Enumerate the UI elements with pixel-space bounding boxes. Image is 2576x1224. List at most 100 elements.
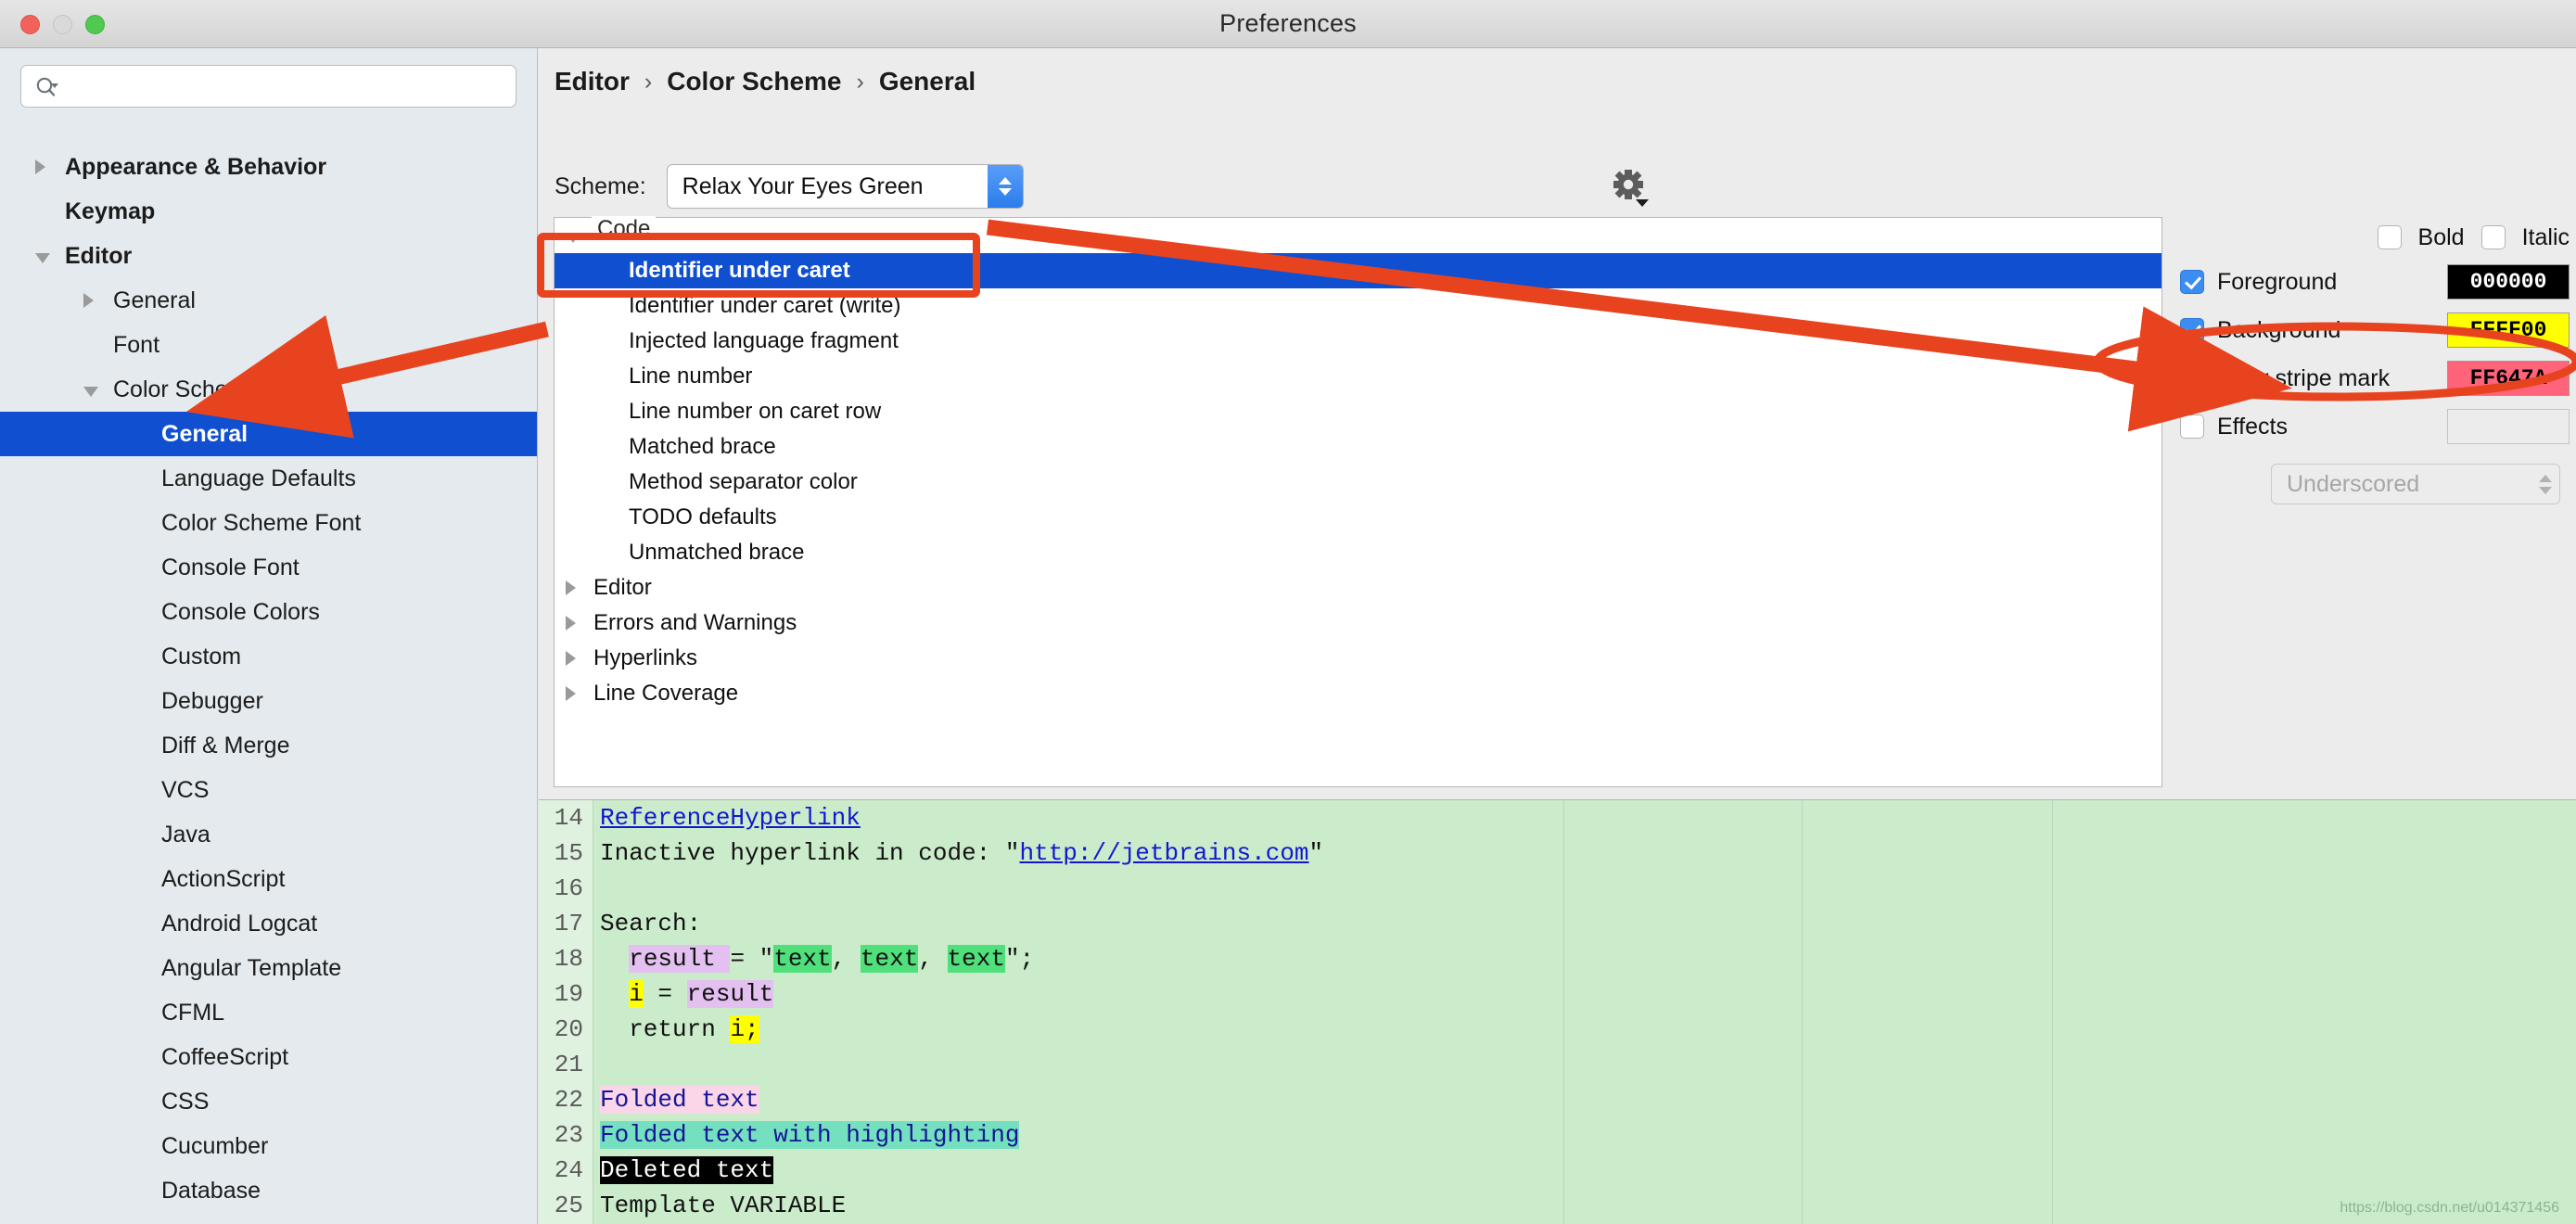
preview-segment: i <box>629 980 644 1008</box>
tree-row-todo-defaults[interactable]: TODO defaults <box>555 500 2162 535</box>
code-preview-pane[interactable]: 14 ReferenceHyperlink 15 Inactive hyperlink… <box>539 799 2576 1224</box>
sidebar-item-diagrams[interactable]: Diagrams <box>0 1213 537 1224</box>
tree-row-code[interactable]: Code <box>555 218 2162 253</box>
breadcrumb-item[interactable]: Color Scheme <box>667 67 841 96</box>
sidebar-item-database[interactable]: Database <box>0 1168 537 1213</box>
preview-line-number: 14 <box>554 804 583 832</box>
watermark-text: https://blog.csdn.net/u014371456 <box>2340 1200 2559 1216</box>
sidebar-item-appearance-behavior[interactable]: Appearance & Behavior <box>0 145 537 189</box>
foreground-color-swatch[interactable]: 000000 <box>2447 264 2570 300</box>
sidebar-item-label: Java <box>161 821 210 848</box>
chevron-right-icon[interactable] <box>566 616 576 631</box>
attribute-editor-panel: Bold Italic Foreground 000000 Background FF… <box>2180 217 2570 504</box>
tree-row-method-separator-color[interactable]: Method separator color <box>555 465 2162 500</box>
background-checkbox[interactable] <box>2180 318 2204 342</box>
preview-line: 22 Folded text <box>539 1082 2576 1117</box>
bold-checkbox[interactable] <box>2377 225 2402 249</box>
sidebar-item-diff-merge[interactable]: Diff & Merge <box>0 723 537 768</box>
tree-row-line-number[interactable]: Line number <box>555 359 2162 394</box>
error-stripe-mark-color-swatch[interactable]: FF647A <box>2447 361 2570 396</box>
italic-checkbox[interactable] <box>2480 225 2506 249</box>
sidebar-item-android-logcat[interactable]: Android Logcat <box>0 901 537 946</box>
tree-rows[interactable]: Code Identifier under caret Identifier und… <box>555 218 2162 711</box>
scheme-stepper-icon[interactable] <box>987 165 1023 208</box>
effects-stepper-icon[interactable] <box>2539 468 2552 500</box>
sidebar-item-angular-template[interactable]: Angular Template <box>0 946 537 990</box>
sidebar-item-debugger[interactable]: Debugger <box>0 679 537 723</box>
background-color-swatch[interactable]: FFFF00 <box>2447 312 2570 348</box>
sidebar-item-css[interactable]: CSS <box>0 1079 537 1124</box>
chevron-right-icon[interactable] <box>566 651 576 666</box>
sidebar-item-custom[interactable]: Custom <box>0 634 537 679</box>
sidebar-item-cfml[interactable]: CFML <box>0 990 537 1035</box>
sidebar-item-color-scheme[interactable]: Color Scheme <box>0 367 537 412</box>
tree-row-matched-brace[interactable]: Matched brace <box>555 429 2162 465</box>
breadcrumb: Editor › Color Scheme › General <box>555 56 976 108</box>
tree-row-unmatched-brace[interactable]: Unmatched brace <box>555 535 2162 570</box>
tree-row-editor[interactable]: Editor <box>555 570 2162 606</box>
sidebar-item-actionscript[interactable]: ActionScript <box>0 857 537 901</box>
sidebar-item-label: Angular Template <box>161 954 342 981</box>
sidebar-item-label: Cucumber <box>161 1132 269 1159</box>
chevron-right-icon[interactable] <box>566 686 576 701</box>
chevron-down-icon[interactable] <box>83 387 98 397</box>
tree-row-label: Injected language fragment <box>629 328 899 353</box>
sidebar-item-console-font[interactable]: Console Font <box>0 545 537 590</box>
tree-row-line-coverage[interactable]: Line Coverage <box>555 676 2162 711</box>
preview-line: 20 return i; <box>539 1012 2576 1047</box>
sidebar-item-font[interactable]: Font <box>0 323 537 367</box>
attribute-row-effects: Effects <box>2180 402 2570 451</box>
effects-color-swatch[interactable] <box>2447 409 2570 444</box>
preview-segment: ReferenceHyperlink <box>600 804 861 832</box>
foreground-checkbox[interactable] <box>2180 270 2204 294</box>
sidebar-item-general[interactable]: General <box>0 412 537 456</box>
error-stripe-mark-checkbox[interactable] <box>2180 366 2204 390</box>
scheme-select[interactable]: Relax Your Eyes Green <box>666 164 1024 209</box>
effects-checkbox[interactable] <box>2180 414 2204 439</box>
tree-row-line-number-on-caret-row[interactable]: Line number on caret row <box>555 394 2162 429</box>
sidebar-nav-tree[interactable]: Appearance & Behavior Keymap Editor General… <box>0 145 537 1224</box>
tree-row-identifier-under-caret[interactable]: Identifier under caret <box>555 253 2162 288</box>
search-input[interactable] <box>70 66 508 107</box>
preview-line-text: Search: <box>593 910 701 937</box>
tree-row-identifier-under-caret-write[interactable]: Identifier under caret (write) <box>555 288 2162 324</box>
preview-line-number: 25 <box>554 1192 583 1219</box>
zoom-button[interactable] <box>85 15 105 34</box>
preview-line: 17 Search: <box>539 906 2576 941</box>
color-attributes-tree[interactable]: Code Identifier under caret Identifier und… <box>554 216 2162 787</box>
tree-row-errors-and-warnings[interactable]: Errors and Warnings <box>555 606 2162 641</box>
sidebar-item-language-defaults[interactable]: Language Defaults <box>0 456 537 501</box>
tree-row-injected-language-fragment[interactable]: Injected language fragment <box>555 324 2162 359</box>
sidebar-item-label: Keymap <box>65 198 156 224</box>
tree-row-label: Identifier under caret <box>629 258 850 283</box>
sidebar-item-keymap[interactable]: Keymap <box>0 189 537 234</box>
sidebar-item-vcs[interactable]: VCS <box>0 768 537 812</box>
preview-line-number: 18 <box>554 945 583 973</box>
sidebar-item-label: Editor <box>65 242 133 269</box>
chevron-right-icon[interactable] <box>566 580 576 595</box>
chevron-down-icon[interactable] <box>35 253 50 263</box>
sidebar-item-console-colors[interactable]: Console Colors <box>0 590 537 634</box>
preview-segment: i; <box>730 1015 759 1043</box>
breadcrumb-item[interactable]: Editor <box>555 67 630 96</box>
sidebar-item-general[interactable]: General <box>0 278 537 323</box>
chevron-right-icon[interactable] <box>83 293 94 308</box>
sidebar-item-editor[interactable]: Editor <box>0 234 537 278</box>
preview-lines: 14 ReferenceHyperlink 15 Inactive hyperlink… <box>539 800 2576 1224</box>
close-button[interactable] <box>20 15 40 34</box>
search-box[interactable] <box>20 65 516 108</box>
preview-segment: return <box>600 1015 731 1043</box>
sidebar-item-coffeescript[interactable]: CoffeeScript <box>0 1035 537 1079</box>
window-controls[interactable] <box>20 15 105 34</box>
tree-row-hyperlinks[interactable]: Hyperlinks <box>555 641 2162 676</box>
sidebar-item-java[interactable]: Java <box>0 812 537 857</box>
chevron-down-icon[interactable] <box>566 233 580 243</box>
breadcrumb-item: General <box>878 67 976 96</box>
effects-type-select[interactable]: Underscored <box>2271 464 2560 504</box>
sidebar-item-color-scheme-font[interactable]: Color Scheme Font <box>0 501 537 545</box>
minimize-button[interactable] <box>53 15 72 34</box>
chevron-right-icon[interactable] <box>35 159 45 174</box>
scheme-settings-gear-button[interactable] <box>1610 167 1652 214</box>
scheme-selected-value: Relax Your Eyes Green <box>682 172 924 199</box>
sidebar-item-cucumber[interactable]: Cucumber <box>0 1124 537 1168</box>
